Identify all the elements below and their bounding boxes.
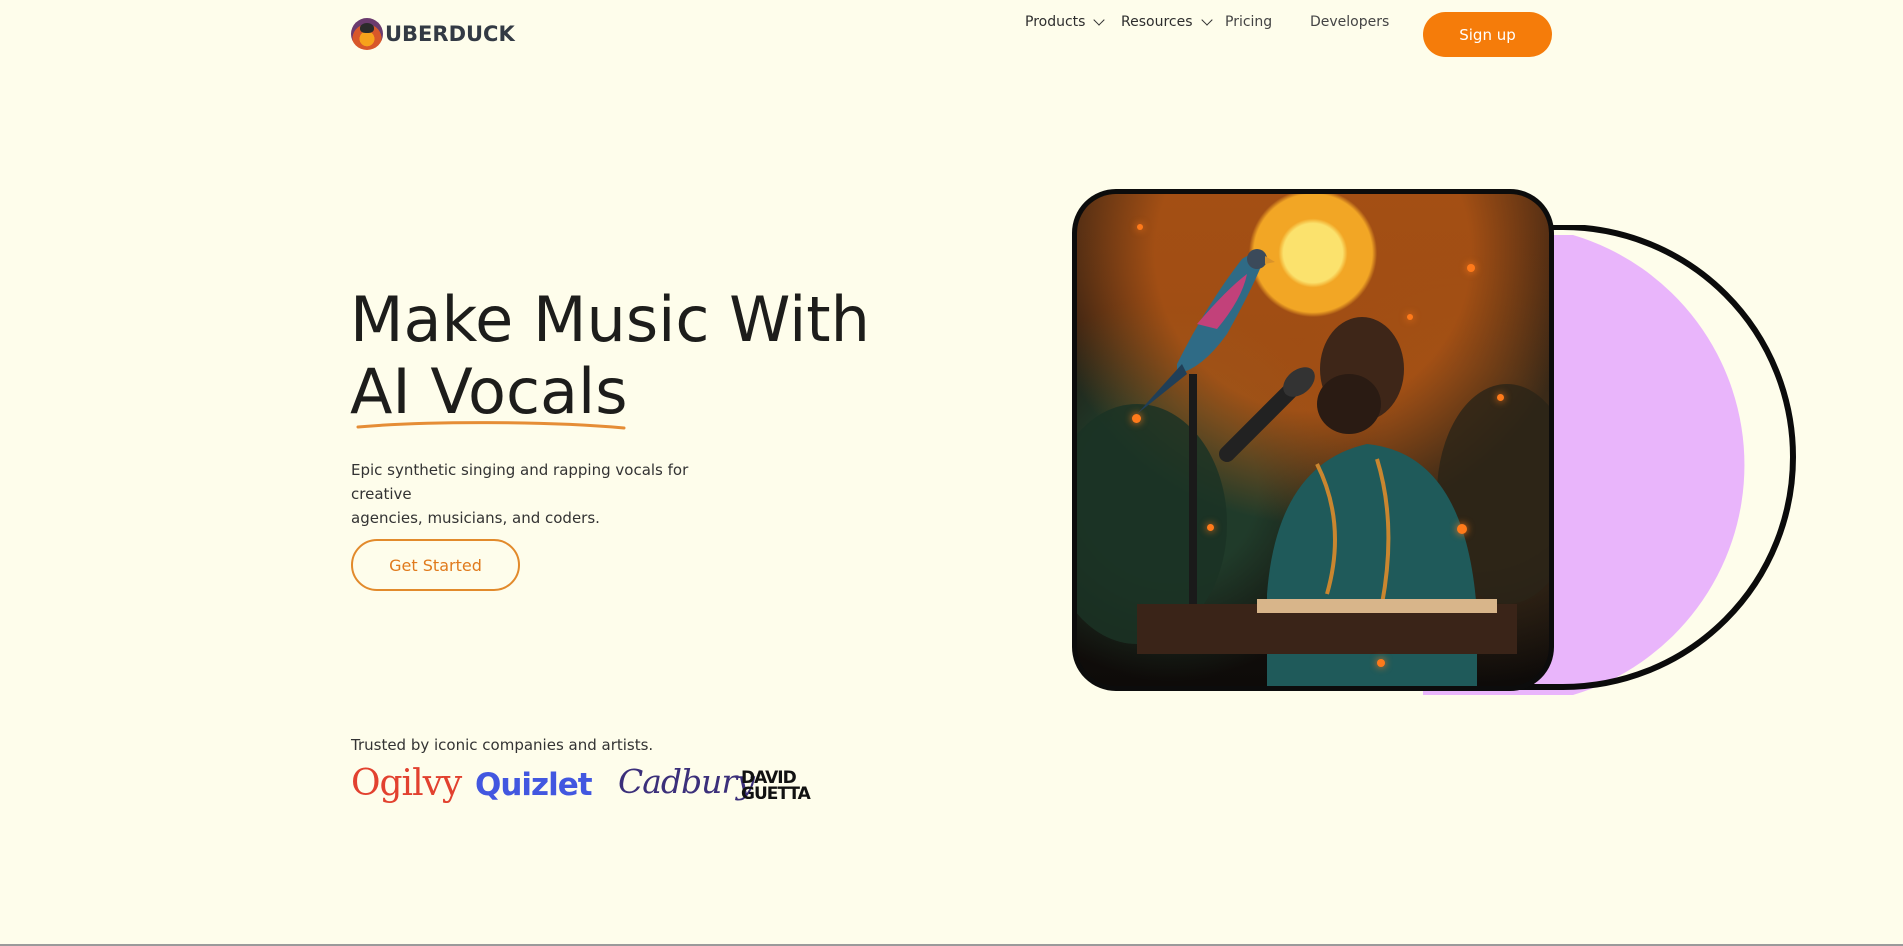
nav-item-pricing[interactable]: Pricing [1225, 14, 1272, 30]
nav-item-label: Resources [1121, 14, 1193, 30]
hero-title: Make Music With AI Vocals [350, 284, 870, 428]
quizlet-logo: Quizlet [475, 767, 593, 803]
ogilvy-logo: Ogilvy [351, 763, 462, 804]
hero-subtitle-line-2: agencies, musicians, and coders. [351, 509, 600, 527]
hero-subtitle-line-1: Epic synthetic singing and rapping vocal… [351, 461, 689, 503]
cadbury-logo: Cadbury [618, 762, 755, 801]
david-guetta-logo-line-2: GUETTA [741, 784, 811, 804]
nav-item-developers[interactable]: Developers [1310, 14, 1389, 30]
singer-with-bird-illustration [1077, 194, 1549, 686]
david-guetta-logo: DAVID GUETTA [741, 770, 811, 804]
nav-item-products[interactable]: Products [1025, 14, 1106, 30]
chevron-down-icon [1093, 14, 1106, 26]
chevron-down-icon [1200, 14, 1213, 26]
hero-artwork [1068, 185, 1796, 715]
get-started-button[interactable]: Get Started [351, 539, 520, 591]
hero-subtitle: Epic synthetic singing and rapping vocal… [351, 458, 751, 530]
duck-logo-icon [351, 18, 383, 50]
nav-item-label: Pricing [1225, 14, 1273, 30]
hero-image [1072, 189, 1554, 691]
trusted-by-label: Trusted by iconic companies and artists. [351, 736, 654, 754]
logo-link[interactable]: UBERDUCK [351, 16, 515, 52]
page: UBERDUCK Products Resources Pricing Deve… [0, 0, 1903, 946]
top-nav: UBERDUCK Products Resources Pricing Deve… [0, 0, 1903, 70]
hero-title-line-1: Make Music With [350, 283, 870, 356]
signup-button[interactable]: Sign up [1423, 12, 1552, 57]
title-underline-decoration [356, 421, 626, 430]
brand-name: UBERDUCK [385, 22, 515, 46]
nav-item-label: Developers [1310, 14, 1390, 30]
nav-item-resources[interactable]: Resources [1121, 14, 1213, 30]
nav-item-label: Products [1025, 14, 1086, 30]
hero-title-line-2: AI Vocals [350, 355, 628, 428]
